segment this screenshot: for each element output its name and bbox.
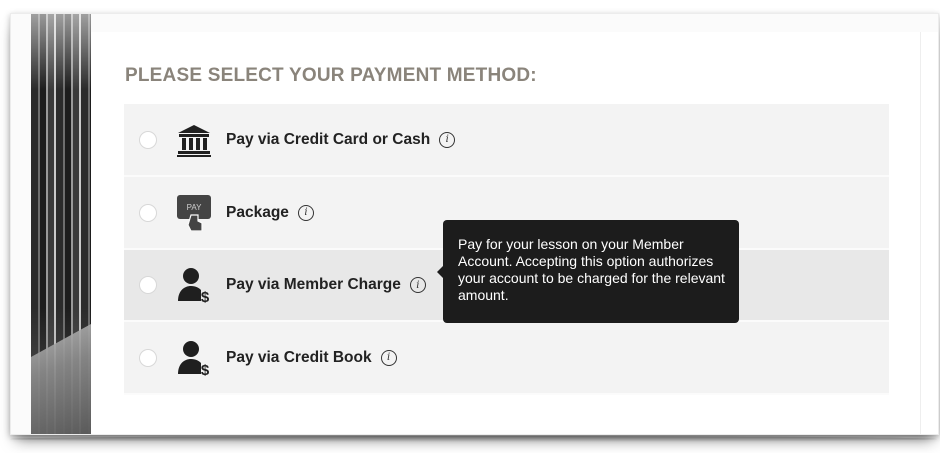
info-icon[interactable]: i xyxy=(297,204,314,221)
page-title: PLEASE SELECT YOUR PAYMENT METHOD: xyxy=(125,65,537,86)
tooltip-member-charge: Pay for your lesson on your Member Accou… xyxy=(437,220,739,323)
option-label: Pay via Member Charge i xyxy=(226,276,426,294)
info-icon[interactable]: i xyxy=(409,277,426,293)
radio-button[interactable] xyxy=(139,203,157,222)
forest-background-image xyxy=(31,14,91,434)
radio-button[interactable] xyxy=(139,130,157,149)
option-label: Pay via Credit Book i xyxy=(226,349,397,367)
info-icon[interactable]: i xyxy=(439,131,456,148)
payment-option-credit-card-cash[interactable]: Pay via Credit Card or Cash i xyxy=(124,104,889,177)
radio-button[interactable] xyxy=(139,348,157,367)
member-dollar-icon: $ xyxy=(178,340,210,376)
divider xyxy=(920,32,921,434)
pay-touch-icon: PAY xyxy=(177,194,211,231)
bank-icon xyxy=(177,124,211,157)
svg-text:PAY: PAY xyxy=(187,203,202,212)
payment-option-credit-book[interactable]: $ Pay via Credit Book i xyxy=(124,322,889,395)
option-label: Package i xyxy=(226,204,314,222)
member-dollar-icon: $ xyxy=(178,268,210,303)
info-icon[interactable]: i xyxy=(380,349,397,366)
svg-text:$: $ xyxy=(201,362,210,376)
road-image-part xyxy=(31,324,91,434)
option-label: Pay via Credit Card or Cash i xyxy=(226,131,456,149)
svg-text:$: $ xyxy=(201,289,210,303)
frame-shadow xyxy=(10,436,937,442)
radio-button[interactable] xyxy=(139,276,157,294)
